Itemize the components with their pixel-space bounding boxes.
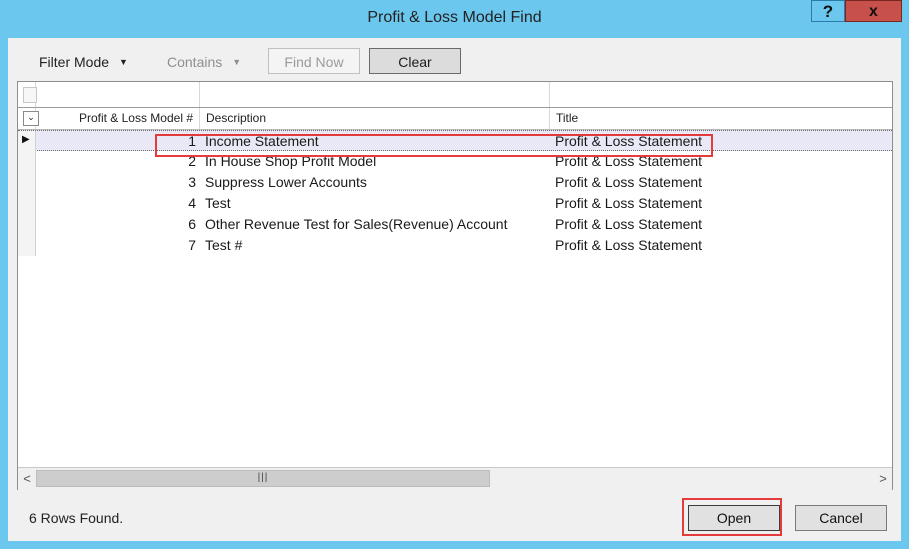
status-text: 6 Rows Found. <box>29 510 124 526</box>
toolbar: Filter Mode ▼ Contains ▼ Find Now Clear <box>8 38 901 80</box>
cell-title: Profit & Loss Statement <box>555 216 703 232</box>
cell-description: Suppress Lower Accounts <box>205 174 367 190</box>
row-selector[interactable] <box>18 193 36 214</box>
cell-number: 7 <box>188 237 196 253</box>
cell-number: 3 <box>188 174 196 190</box>
open-button[interactable]: Open <box>688 505 780 531</box>
column-header-number[interactable]: Profit & Loss Model # <box>36 108 200 129</box>
filter-cell-description[interactable] <box>200 82 550 107</box>
filter-row-selector <box>18 82 37 107</box>
dialog-body: Filter Mode ▼ Contains ▼ Find Now Clear ⌄ … <box>8 38 901 541</box>
contains-dropdown[interactable]: Contains ▼ <box>167 54 241 70</box>
column-chooser-cell: ⌄ <box>18 108 39 129</box>
table-row[interactable]: 4 Test Profit & Loss Statement <box>18 193 892 214</box>
chevron-down-icon: ▼ <box>232 57 242 67</box>
row-selector[interactable] <box>18 172 36 193</box>
filter-mode-label: Filter Mode <box>39 54 110 70</box>
grid-header: ⌄ Profit & Loss Model # Description Titl… <box>18 108 892 130</box>
table-row[interactable]: 3 Suppress Lower Accounts Profit & Loss … <box>18 172 892 193</box>
row-selector[interactable] <box>18 151 36 172</box>
table-row[interactable]: 6 Other Revenue Test for Sales(Revenue) … <box>18 214 892 235</box>
cell-title: Profit & Loss Statement <box>555 237 703 253</box>
scrollbar-thumb[interactable]: ||| <box>36 470 490 487</box>
chevron-left-icon[interactable]: < <box>18 468 36 490</box>
column-header-title[interactable]: Title <box>550 108 892 129</box>
row-selector[interactable] <box>18 214 36 235</box>
selected-row-highlight <box>155 134 713 157</box>
cell-description: Other Revenue Test for Sales(Revenue) Ac… <box>205 216 508 232</box>
close-button[interactable]: x <box>845 0 902 22</box>
cell-title: Profit & Loss Statement <box>555 174 703 190</box>
table-row[interactable]: 7 Test # Profit & Loss Statement <box>18 235 892 256</box>
chevron-down-icon: ▼ <box>119 57 128 67</box>
filter-cell-title[interactable] <box>550 82 892 107</box>
chevron-right-icon[interactable]: > <box>874 468 892 490</box>
cell-number: 4 <box>188 195 196 211</box>
column-header-description[interactable]: Description <box>200 108 550 129</box>
filter-row <box>18 82 892 108</box>
cell-number: 6 <box>188 216 196 232</box>
triangle-right-icon: ▶ <box>22 134 30 145</box>
cell-title: Profit & Loss Statement <box>555 195 703 211</box>
cell-description: Test <box>205 195 231 211</box>
filter-row-checkbox[interactable] <box>23 87 37 103</box>
contains-label: Contains <box>167 54 223 70</box>
row-selector[interactable]: ▶ <box>18 131 36 152</box>
title-bar: Profit & Loss Model Find ? x <box>0 0 909 38</box>
cancel-button[interactable]: Cancel <box>795 505 887 531</box>
filter-cell-number[interactable] <box>36 82 200 107</box>
help-button[interactable]: ? <box>811 0 845 22</box>
row-selector[interactable] <box>18 235 36 256</box>
filter-mode-dropdown[interactable]: Filter Mode ▼ <box>39 54 128 70</box>
cell-description: Test # <box>205 237 243 253</box>
clear-button[interactable]: Clear <box>369 48 461 74</box>
window-title: Profit & Loss Model Find <box>367 9 542 26</box>
find-now-button[interactable]: Find Now <box>268 48 360 74</box>
horizontal-scrollbar[interactable]: < ||| > <box>18 467 892 490</box>
